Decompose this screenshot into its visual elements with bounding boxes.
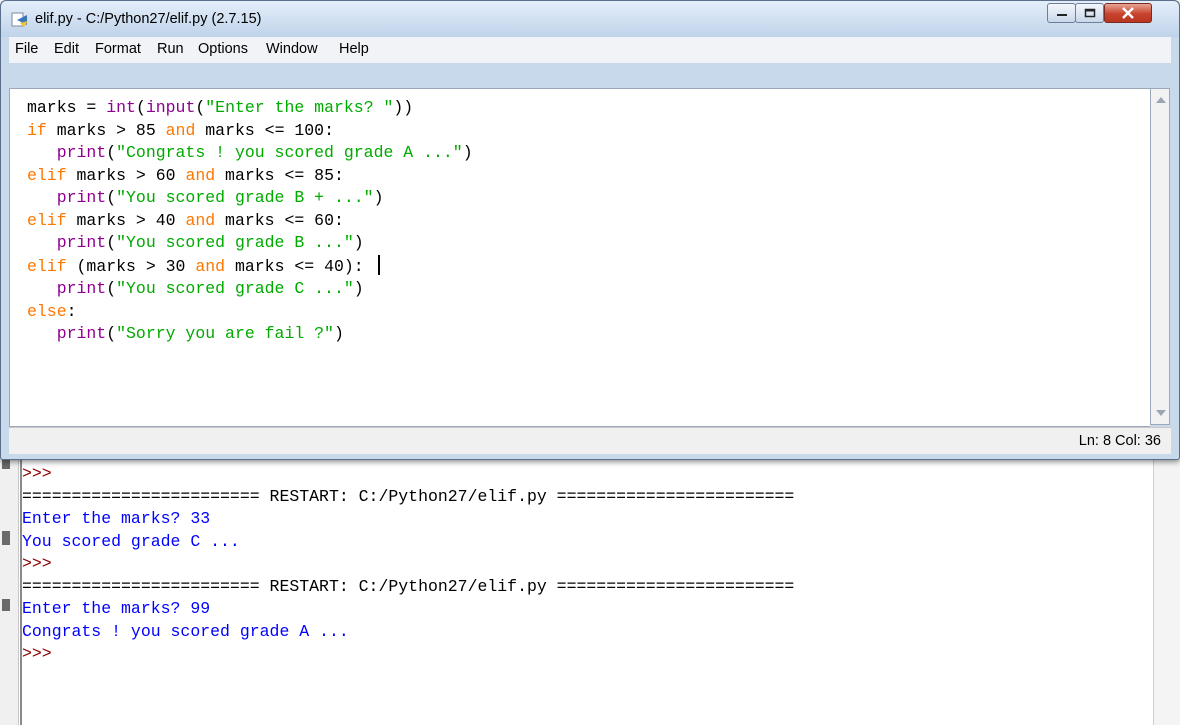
shell-line: Congrats ! you scored grade A ... xyxy=(22,621,349,641)
minimize-button[interactable] xyxy=(1047,3,1076,23)
menu-bar: File Edit Format Run Options Window Help xyxy=(9,37,1171,63)
text-cursor xyxy=(377,254,380,275)
shell-line: >>> xyxy=(22,644,52,663)
code-line: print("You scored grade C ...") xyxy=(27,278,473,301)
status-bar: Ln: 8 Col: 36 xyxy=(9,427,1171,454)
code-token: marks <= 100: xyxy=(195,120,334,140)
code-line: print("You scored grade B ...") xyxy=(27,232,473,255)
code-lines: marks = int(input("Enter the marks? ")) i… xyxy=(27,97,473,346)
menu-edit[interactable]: Edit xyxy=(54,41,79,57)
shell-line: Enter the marks? 99 xyxy=(22,599,211,618)
code-token: marks = xyxy=(27,98,107,117)
menu-run[interactable]: Run xyxy=(157,41,184,57)
code-token: ( xyxy=(106,279,117,298)
scroll-down-icon[interactable] xyxy=(1156,410,1166,416)
code-token: ( xyxy=(106,233,117,252)
shell-left-strip xyxy=(0,455,19,725)
code-token: ( xyxy=(135,98,146,117)
code-token: marks > 85 xyxy=(46,120,166,140)
code-line: print("Congrats ! you scored grade A ...… xyxy=(27,142,473,165)
menu-format[interactable]: Format xyxy=(95,41,141,57)
cursor-position: Ln: 8 Col: 36 xyxy=(1078,433,1161,449)
code-token: int xyxy=(106,98,136,117)
shell-line: >>> xyxy=(22,464,52,483)
code-line: print("Sorry you are fail ?") xyxy=(27,323,473,346)
code-line: marks = int(input("Enter the marks? ")) xyxy=(27,97,473,120)
code-token: print xyxy=(27,233,107,252)
shell-output: >>> ======================== RESTART: C:/… xyxy=(22,463,794,666)
code-line: elif marks > 60 and marks <= 85: xyxy=(27,165,473,188)
menu-window[interactable]: Window xyxy=(266,41,318,57)
shell-line: ======================== RESTART: C:/Pyt… xyxy=(22,576,795,596)
strip-mark xyxy=(2,531,10,545)
code-token: elif xyxy=(27,210,67,230)
code-token: elif xyxy=(27,165,67,185)
editor-window: elif.py - C:/Python27/elif.py (2.7.15) F… xyxy=(0,0,1180,460)
code-token: ) xyxy=(353,233,364,252)
shell-line: Enter the marks? 33 xyxy=(22,509,211,528)
code-line: elif marks > 40 and marks <= 60: xyxy=(27,210,473,233)
code-token: marks > 60 xyxy=(66,165,186,185)
code-token: ( xyxy=(106,324,117,343)
code-line: else: xyxy=(27,301,473,324)
code-token: ) xyxy=(333,324,344,343)
code-token: print xyxy=(27,143,107,162)
code-token: and xyxy=(185,165,216,185)
shell-line: You scored grade C ... xyxy=(22,531,240,551)
code-token: )) xyxy=(393,98,414,117)
code-token: : xyxy=(66,301,77,321)
code-token: ( xyxy=(106,143,117,162)
code-token: and xyxy=(165,120,196,140)
code-line: elif (marks > 30 and marks <= 40): xyxy=(27,254,473,279)
minimize-icon xyxy=(1056,14,1067,16)
code-token: "You scored grade C ..." xyxy=(116,279,354,298)
shell-window: >>> ======================== RESTART: C:/… xyxy=(0,455,1180,725)
shell-scrollbar[interactable] xyxy=(1153,455,1180,725)
code-token: (marks > 30 xyxy=(66,256,196,276)
code-token: "Sorry you are fail ?" xyxy=(116,324,334,343)
strip-mark xyxy=(2,599,10,611)
code-token: and xyxy=(185,210,216,230)
shell-line: ======================== RESTART: C:/Pyt… xyxy=(22,486,795,506)
python-file-icon xyxy=(11,12,28,27)
code-token: input xyxy=(145,98,196,117)
close-icon xyxy=(1122,7,1134,19)
maximize-icon xyxy=(1084,8,1095,18)
code-token: ( xyxy=(106,188,117,207)
code-line: print("You scored grade B + ...") xyxy=(27,187,473,210)
code-token: "You scored grade B + ..." xyxy=(116,188,374,207)
code-token: "Enter the marks? " xyxy=(205,98,394,117)
code-token: print xyxy=(27,279,107,298)
code-token: print xyxy=(27,324,107,343)
maximize-button[interactable] xyxy=(1075,3,1104,23)
code-line: if marks > 85 and marks <= 100: xyxy=(27,120,473,143)
shell-line: >>> xyxy=(22,554,52,573)
code-token: print xyxy=(27,188,107,207)
code-token: ( xyxy=(195,98,206,117)
close-button[interactable] xyxy=(1104,3,1152,23)
menu-options[interactable]: Options xyxy=(198,41,248,57)
title-bar[interactable]: elif.py - C:/Python27/elif.py (2.7.15) xyxy=(1,1,1179,37)
scroll-up-icon[interactable] xyxy=(1156,97,1166,103)
code-token: else xyxy=(27,301,67,321)
code-token: ) xyxy=(373,188,384,207)
code-token: ) xyxy=(462,143,473,162)
menu-file[interactable]: File xyxy=(15,41,38,57)
code-token: marks > 40 xyxy=(66,210,186,230)
code-token: marks <= 60: xyxy=(215,210,344,230)
code-token: ) xyxy=(353,279,364,298)
menu-help[interactable]: Help xyxy=(339,41,369,57)
code-token: marks <= 85: xyxy=(215,165,344,185)
code-token: elif xyxy=(27,256,67,276)
code-token: and xyxy=(195,256,226,276)
code-token: "You scored grade B ..." xyxy=(116,233,354,252)
code-token: if xyxy=(27,120,47,140)
editor-scrollbar[interactable] xyxy=(1150,88,1170,425)
code-token: "Congrats ! you scored grade A ..." xyxy=(116,143,463,162)
window-title: elif.py - C:/Python27/elif.py (2.7.15) xyxy=(35,11,262,27)
code-token: marks <= 40): xyxy=(225,256,364,276)
